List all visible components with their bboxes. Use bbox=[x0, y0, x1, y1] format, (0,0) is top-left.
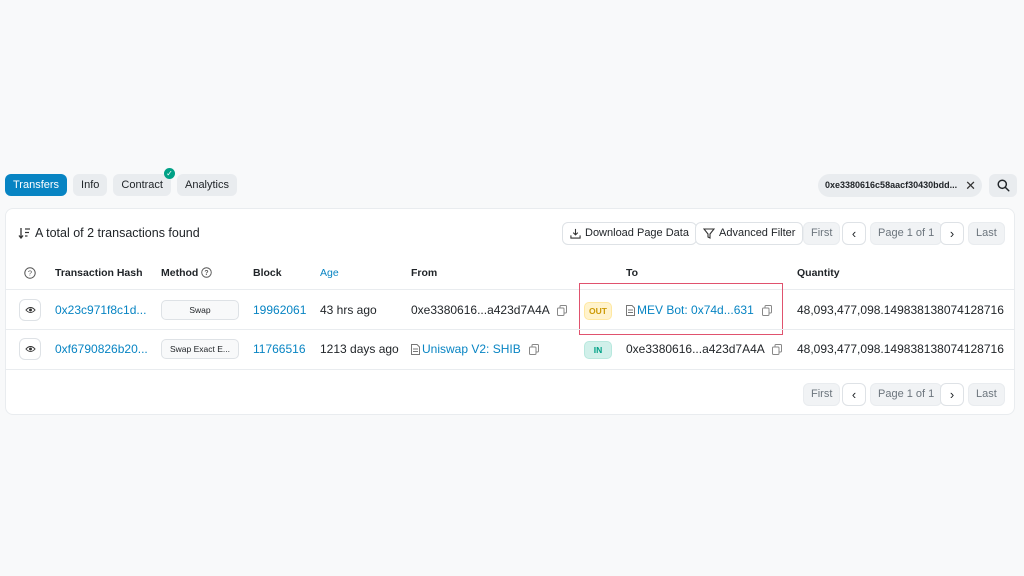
block-link[interactable]: 11766516 bbox=[253, 342, 306, 356]
divider bbox=[6, 289, 1014, 290]
download-label: Download Page Data bbox=[585, 227, 689, 239]
transfers-card: A total of 2 transactions found Download… bbox=[5, 208, 1015, 415]
quantity-text: 48,093,477,098.149838138074128716 bbox=[797, 342, 1004, 356]
method-badge: Swap Exact E... bbox=[161, 339, 239, 359]
column-age[interactable]: Age bbox=[320, 267, 339, 279]
summary-text: A total of 2 transactions found bbox=[35, 226, 200, 240]
page-indicator: Page 1 of 1 bbox=[870, 222, 943, 245]
to-address: 0xe3380616...a423d7A4A bbox=[626, 342, 783, 356]
quantity-text: 48,093,477,098.149838138074128716 bbox=[797, 303, 1004, 317]
help-circle-icon: ? bbox=[24, 267, 36, 279]
transaction-hash-link[interactable]: 0xf6790826b20... bbox=[55, 342, 148, 356]
page-indicator: Page 1 of 1 bbox=[870, 383, 943, 406]
address-filter-text: 0xe3380616c58aacf30430bdd... bbox=[825, 180, 958, 190]
download-icon bbox=[570, 228, 581, 239]
from-address-text[interactable]: 0xe3380616...a423d7A4A bbox=[411, 303, 549, 317]
chevron-left-icon: ‹ bbox=[851, 226, 857, 241]
copy-icon[interactable] bbox=[772, 344, 783, 356]
to-address-text[interactable]: 0xe3380616...a423d7A4A bbox=[626, 342, 764, 356]
tab-analytics[interactable]: Analytics bbox=[176, 174, 238, 196]
tab-info[interactable]: Info bbox=[73, 174, 108, 196]
svg-text:?: ? bbox=[205, 270, 209, 277]
block-link[interactable]: 19962061 bbox=[253, 303, 306, 317]
download-page-data-button[interactable]: Download Page Data bbox=[562, 222, 697, 245]
document-icon bbox=[411, 344, 420, 356]
method-badge: Swap bbox=[161, 300, 239, 320]
column-quantity: Quantity bbox=[797, 267, 840, 279]
verified-check-icon: ✓ bbox=[163, 168, 175, 179]
advanced-filter-label: Advanced Filter bbox=[719, 227, 796, 239]
prev-page-button[interactable]: ‹ bbox=[842, 383, 866, 406]
age-text: 1213 days ago bbox=[320, 342, 399, 356]
search-icon bbox=[996, 179, 1010, 192]
divider bbox=[6, 329, 1014, 330]
from-address: Uniswap V2: SHIB bbox=[411, 342, 540, 356]
column-from: From bbox=[411, 267, 438, 279]
copy-icon[interactable] bbox=[529, 344, 540, 356]
column-block: Block bbox=[253, 267, 282, 279]
address-filter-chip: 0xe3380616c58aacf30430bdd... ✕ bbox=[818, 174, 982, 197]
highlight-box bbox=[579, 283, 783, 335]
copy-icon[interactable] bbox=[557, 305, 568, 317]
tab-bar: Transfers Info Contract ✓ Analytics bbox=[5, 168, 238, 196]
chevron-right-icon: › bbox=[949, 387, 955, 402]
column-transaction-hash: Transaction Hash bbox=[55, 267, 143, 279]
transaction-hash-link[interactable]: 0x23c971f8c1d... bbox=[55, 303, 146, 317]
preview-button[interactable] bbox=[19, 338, 41, 360]
prev-page-button[interactable]: ‹ bbox=[842, 222, 866, 245]
last-page-button[interactable]: Last bbox=[968, 383, 1005, 406]
divider bbox=[6, 369, 1014, 370]
tab-transfers[interactable]: Transfers bbox=[5, 174, 68, 196]
chevron-right-icon: › bbox=[949, 226, 955, 241]
column-method: Method ? bbox=[161, 267, 212, 279]
tab-contract-label: Contract bbox=[121, 179, 163, 191]
first-page-button[interactable]: First bbox=[803, 222, 841, 245]
close-icon[interactable]: ✕ bbox=[965, 174, 976, 197]
advanced-filter-button[interactable]: Advanced Filter bbox=[695, 222, 804, 245]
next-page-button[interactable]: › bbox=[940, 383, 964, 406]
transactions-summary: A total of 2 transactions found bbox=[18, 226, 200, 240]
next-page-button[interactable]: › bbox=[940, 222, 964, 245]
eye-icon bbox=[24, 307, 36, 313]
age-text: 43 hrs ago bbox=[320, 303, 377, 317]
help-circle-icon: ? bbox=[201, 267, 212, 278]
last-page-button[interactable]: Last bbox=[968, 222, 1005, 245]
svg-text:?: ? bbox=[28, 269, 32, 278]
filter-icon bbox=[703, 228, 715, 239]
from-address-text[interactable]: Uniswap V2: SHIB bbox=[422, 342, 521, 356]
search-button[interactable] bbox=[989, 174, 1017, 197]
eye-icon bbox=[24, 346, 36, 352]
column-method-label: Method bbox=[161, 267, 199, 279]
tab-contract[interactable]: Contract ✓ bbox=[113, 168, 175, 196]
from-address: 0xe3380616...a423d7A4A bbox=[411, 303, 568, 317]
column-to: To bbox=[626, 267, 639, 279]
sort-desc-icon bbox=[18, 228, 30, 239]
chevron-left-icon: ‹ bbox=[851, 387, 857, 402]
direction-badge-in: IN bbox=[584, 341, 612, 359]
preview-button[interactable] bbox=[19, 299, 41, 321]
first-page-button[interactable]: First bbox=[803, 383, 841, 406]
